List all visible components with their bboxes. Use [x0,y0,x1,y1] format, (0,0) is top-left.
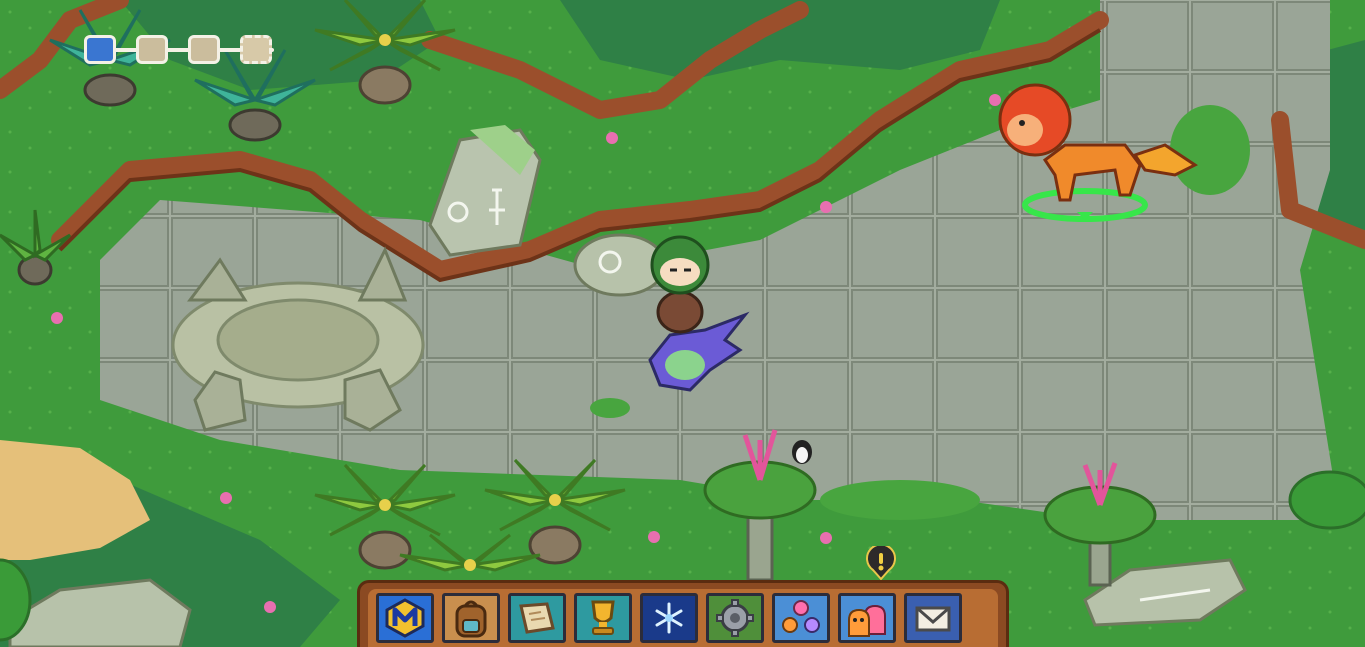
membership-m-icon [385,598,425,638]
mail-button[interactable] [904,593,962,643]
game-world[interactable] [0,0,1365,647]
stone-path-north [1105,0,1330,110]
snowflake-icon [655,602,683,634]
backpack-button[interactable] [442,593,500,643]
settings-button[interactable] [706,593,764,643]
friends-button[interactable] [838,593,896,643]
events-button[interactable] [640,593,698,643]
backpack-icon [455,600,487,638]
toolbar-tray [368,589,998,647]
progress-step-locked [136,35,168,64]
social-button[interactable] [772,593,830,643]
progress-step-locked [188,35,220,64]
map-button[interactable] [508,593,566,643]
friends-icon [848,604,886,637]
main-toolbar [357,580,1009,647]
penguin-critter[interactable] [792,440,812,464]
membership-button[interactable] [376,593,434,643]
progress-step-complete [84,35,116,64]
gear-icon [716,599,754,637]
trophy-icon [591,600,615,635]
achievements-button[interactable] [574,593,632,643]
social-orbs-icon [782,600,820,633]
mail-icon [915,606,951,632]
progress-step-boss [240,35,272,64]
exclamation-alert-icon[interactable] [864,546,898,580]
map-scroll-icon [519,602,555,634]
stage-progress-tracker [82,33,284,67]
